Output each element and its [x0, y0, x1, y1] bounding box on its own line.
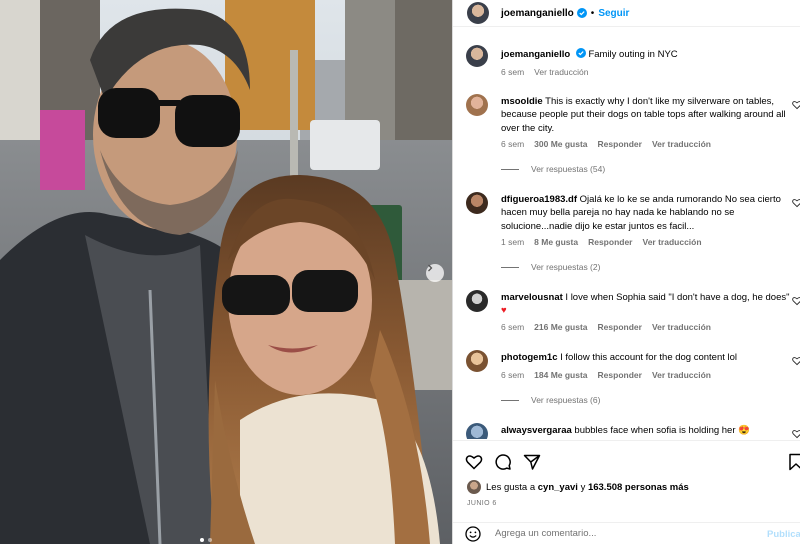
comment-input[interactable]: [495, 528, 735, 539]
comment-likes[interactable]: 184 Me gusta: [534, 370, 587, 380]
reply-button[interactable]: Responder: [588, 237, 632, 247]
caption-body: Family outing in NYC: [588, 49, 678, 60]
caption-translate-link[interactable]: Ver traducción: [534, 67, 588, 77]
view-replies-label: Ver respuestas (2): [531, 262, 601, 272]
translate-link[interactable]: Ver traducción: [652, 322, 711, 332]
translate-link[interactable]: Ver traducción: [652, 139, 711, 149]
liker-username[interactable]: cyn_yavi: [538, 482, 578, 493]
reply-button[interactable]: Responder: [598, 370, 642, 380]
photo-illustration: [0, 0, 452, 544]
carousel-dot-active: [200, 538, 204, 542]
comment-username[interactable]: alwaysvergaraa: [501, 425, 572, 436]
red-heart-emoji: ♥: [501, 305, 507, 317]
post-side-panel: joemanganiello • Seguir joemanganiello F…: [452, 0, 800, 544]
likes-prefix: Les gusta a: [486, 481, 536, 493]
caption-text: joemanganiello Family outing in NYC: [501, 48, 791, 61]
view-replies-link[interactable]: Ver respuestas (6): [501, 395, 600, 405]
heart-icon[interactable]: [792, 100, 800, 110]
replies-divider: [501, 399, 519, 401]
carousel-dot: [208, 538, 212, 542]
share-icon[interactable]: [523, 453, 541, 471]
comment-username[interactable]: marvelousnat: [501, 292, 563, 303]
post-header: joemanganiello • Seguir: [453, 0, 800, 27]
comment-body: This is exactly why I don't like my silv…: [501, 96, 786, 134]
comment-likes[interactable]: 8 Me gusta: [534, 237, 578, 247]
comment-avatar[interactable]: [466, 290, 488, 312]
comment-meta: 1 sem 8 Me gusta Responder Ver traducció…: [501, 237, 702, 247]
heart-eyes-emoji: 😍: [738, 425, 750, 436]
view-replies-label: Ver respuestas (54): [531, 164, 606, 174]
caption-time[interactable]: 6 sem: [501, 67, 524, 77]
publish-button[interactable]: Publicar: [767, 529, 800, 540]
comment-username[interactable]: dfigueroa1983.df: [501, 194, 577, 205]
verified-badge-icon: [575, 48, 586, 58]
heart-icon[interactable]: [792, 296, 800, 306]
header-separator: •: [590, 7, 595, 19]
instagram-post-view: joemanganiello • Seguir joemanganiello F…: [0, 0, 800, 544]
likes-connector: y: [580, 481, 586, 493]
comment-time[interactable]: 6 sem: [501, 139, 524, 149]
author-avatar[interactable]: [467, 2, 489, 24]
view-replies-link[interactable]: Ver respuestas (2): [501, 262, 600, 272]
comment-text: photogem1c I follow this account for the…: [501, 351, 791, 364]
likes-summary: Les gusta a cyn_yavi y 163.508 personas …: [467, 480, 689, 494]
comment-text: alwaysvergaraa bubbles face when sofia i…: [501, 424, 791, 437]
likes-count[interactable]: 163.508 personas más: [588, 482, 689, 493]
liker-avatar[interactable]: [467, 480, 481, 494]
comment-avatar[interactable]: [466, 423, 488, 439]
comment-icon[interactable]: [494, 453, 512, 471]
reply-button[interactable]: Responder: [598, 139, 642, 149]
follow-button[interactable]: Seguir: [598, 8, 629, 19]
comment-text: dfigueroa1983.df Ojalá ke lo ke se anda …: [501, 193, 791, 233]
author-username[interactable]: joemanganiello: [501, 8, 574, 19]
comment-time[interactable]: 6 sem: [501, 370, 524, 380]
comment-meta: 6 sem 216 Me gusta Responder Ver traducc…: [501, 322, 711, 332]
comment-text: marvelousnat I love when Sophia said "I …: [501, 291, 791, 318]
comment-avatar[interactable]: [466, 94, 488, 116]
heart-icon[interactable]: [465, 453, 483, 471]
view-replies-link[interactable]: Ver respuestas (54): [501, 164, 605, 174]
view-replies-label: Ver respuestas (6): [531, 395, 601, 405]
heart-icon[interactable]: [792, 356, 800, 366]
emoji-icon[interactable]: [465, 525, 481, 542]
post-photo[interactable]: [0, 0, 452, 544]
carousel-indicator: [200, 538, 212, 542]
reply-button[interactable]: Responder: [598, 322, 642, 332]
replies-divider: [501, 168, 519, 170]
comment-meta: 6 sem 184 Me gusta Responder Ver traducc…: [501, 370, 711, 380]
heart-icon[interactable]: [792, 429, 800, 439]
comment-time[interactable]: 1 sem: [501, 237, 524, 247]
next-photo-button[interactable]: [426, 264, 444, 282]
caption-username[interactable]: joemanganiello: [501, 49, 570, 60]
caption-avatar[interactable]: [466, 45, 488, 67]
heart-icon[interactable]: [792, 198, 800, 208]
comment-body: I follow this account for the dog conten…: [560, 352, 738, 363]
translate-link[interactable]: Ver traducción: [643, 237, 702, 247]
comment-meta: 6 sem 300 Me gusta Responder Ver traducc…: [501, 139, 711, 149]
add-comment-bar: Publicar: [453, 522, 800, 544]
post-date[interactable]: JUNIO 6: [467, 500, 497, 507]
translate-link[interactable]: Ver traducción: [652, 370, 711, 380]
comment-time[interactable]: 6 sem: [501, 322, 524, 332]
bookmark-icon[interactable]: [787, 453, 800, 471]
replies-divider: [501, 266, 519, 268]
verified-badge-icon: [576, 8, 587, 18]
chevron-right-icon: [428, 264, 433, 272]
comment-likes[interactable]: 300 Me gusta: [534, 139, 587, 149]
caption-meta: 6 sem Ver traducción: [501, 67, 589, 77]
comment-avatar[interactable]: [466, 350, 488, 372]
comment-likes[interactable]: 216 Me gusta: [534, 322, 587, 332]
comment-text: msooldie This is exactly why I don't lik…: [501, 95, 791, 135]
comment-body: I love when Sophia said "I don't have a …: [565, 292, 790, 303]
comment-body: bubbles face when sofia is holding her: [574, 425, 736, 436]
comment-username[interactable]: msooldie: [501, 96, 543, 107]
comment-avatar[interactable]: [466, 192, 488, 214]
comments-list[interactable]: joemanganiello Family outing in NYC 6 se…: [453, 27, 800, 439]
action-bar: [453, 440, 800, 478]
comment-username[interactable]: photogem1c: [501, 352, 557, 363]
